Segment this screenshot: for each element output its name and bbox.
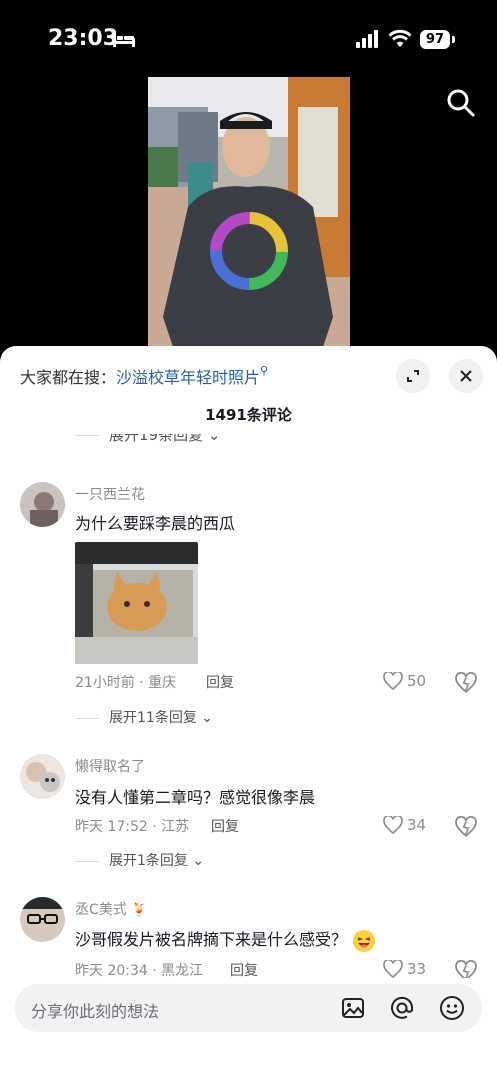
reply-button[interactable]: 回复 bbox=[230, 960, 258, 980]
search-small-icon: ⚲ bbox=[260, 364, 269, 377]
search-suggestion[interactable]: 大家都在搜：沙溢校草年轻时照片⚲ bbox=[20, 364, 268, 388]
heart-icon bbox=[383, 816, 403, 834]
like-count: 50 bbox=[407, 672, 427, 690]
username-text: 丞C美式 bbox=[75, 902, 127, 918]
input-placeholder: 分享你此刻的想法 bbox=[31, 1002, 160, 1021]
divider bbox=[75, 717, 99, 719]
video-player[interactable] bbox=[148, 77, 350, 347]
comment-username[interactable]: 懒得取名了 bbox=[75, 756, 145, 776]
partial-expand-replies[interactable]: 展开19条回复 ⌄ bbox=[75, 434, 220, 444]
status-time: 23:03 bbox=[48, 26, 119, 51]
search-icon[interactable] bbox=[446, 88, 476, 118]
comment-text[interactable]: 没有人懂第二章吗？感觉很像李晨 bbox=[75, 784, 315, 808]
expand-replies[interactable]: 展开1条回复 ⌄ bbox=[75, 850, 204, 870]
comment-image[interactable] bbox=[75, 542, 198, 664]
bed-icon bbox=[113, 33, 135, 47]
expand-label: 展开1条回复 bbox=[109, 853, 188, 869]
avatar[interactable] bbox=[20, 754, 65, 799]
comment-username[interactable]: 一只西兰花 bbox=[75, 484, 145, 504]
comment-input[interactable]: 分享你此刻的想法 bbox=[15, 984, 482, 1032]
like-count: 33 bbox=[407, 960, 427, 978]
like-button[interactable]: 34 bbox=[383, 815, 433, 837]
laughing-emoji-icon bbox=[353, 929, 376, 952]
comment-text[interactable]: 为什么要踩李晨的西瓜 bbox=[75, 510, 235, 534]
battery-level: 97 bbox=[425, 32, 445, 47]
comment-input-bar: 分享你此刻的想法 bbox=[0, 978, 497, 1080]
wifi-icon bbox=[388, 29, 412, 47]
dislike-icon[interactable] bbox=[455, 672, 477, 694]
expand-label: 展开11条回复 bbox=[109, 710, 197, 726]
comment-text[interactable]: 沙哥假发片被名牌摘下来是什么感受？ bbox=[75, 926, 376, 953]
divider bbox=[75, 860, 99, 862]
avatar-image bbox=[20, 754, 65, 799]
signal-icon bbox=[356, 30, 378, 48]
heart-icon bbox=[383, 672, 403, 690]
avatar-image bbox=[20, 897, 65, 942]
comment-meta: 21小时前 · 重庆 bbox=[75, 675, 177, 691]
dislike-icon[interactable] bbox=[455, 816, 477, 838]
at-icon[interactable] bbox=[389, 995, 415, 1021]
divider bbox=[75, 435, 99, 436]
emoji-icon[interactable] bbox=[439, 995, 465, 1021]
avatar-image bbox=[20, 482, 65, 527]
close-button[interactable] bbox=[449, 359, 483, 393]
heart-icon bbox=[383, 960, 403, 978]
image-icon[interactable] bbox=[340, 995, 366, 1021]
like-button[interactable]: 50 bbox=[383, 671, 433, 693]
reply-button[interactable]: 回复 bbox=[211, 816, 239, 836]
comment-meta: 昨天 17:52 · 江苏 bbox=[75, 819, 190, 835]
reply-button[interactable]: 回复 bbox=[206, 672, 234, 692]
avatar[interactable] bbox=[20, 482, 65, 527]
video-frame-image bbox=[148, 77, 350, 347]
cocktail-icon: 🍹 bbox=[131, 903, 148, 918]
partial-expand-label: 展开19条回复 bbox=[109, 434, 204, 444]
expand-button[interactable] bbox=[396, 359, 430, 393]
comment-sheet: 大家都在搜：沙溢校草年轻时照片⚲ 1491条评论 展开19条回复 ⌄ 一只西兰花… bbox=[0, 346, 497, 1080]
comment-count: 1491条评论 bbox=[205, 406, 292, 424]
battery-icon: 97 bbox=[420, 30, 450, 49]
status-bar: 23:03 97 bbox=[0, 0, 497, 70]
comment-meta: 昨天 20:34 · 黑龙江 bbox=[75, 963, 204, 979]
close-icon bbox=[460, 370, 472, 382]
cat-photo bbox=[75, 542, 198, 664]
expand-replies[interactable]: 展开11条回复 ⌄ bbox=[75, 707, 213, 727]
expand-icon bbox=[407, 370, 419, 382]
search-keyword[interactable]: 沙溢校草年轻时照片 bbox=[116, 368, 260, 387]
comment-text-content: 沙哥假发片被名牌摘下来是什么感受？ bbox=[75, 930, 348, 949]
comment-username[interactable]: 丞C美式 🍹 bbox=[75, 899, 147, 919]
like-count: 34 bbox=[407, 816, 427, 834]
avatar[interactable] bbox=[20, 897, 65, 942]
search-prefix: 大家都在搜： bbox=[20, 368, 117, 387]
battery-cap bbox=[452, 36, 455, 43]
